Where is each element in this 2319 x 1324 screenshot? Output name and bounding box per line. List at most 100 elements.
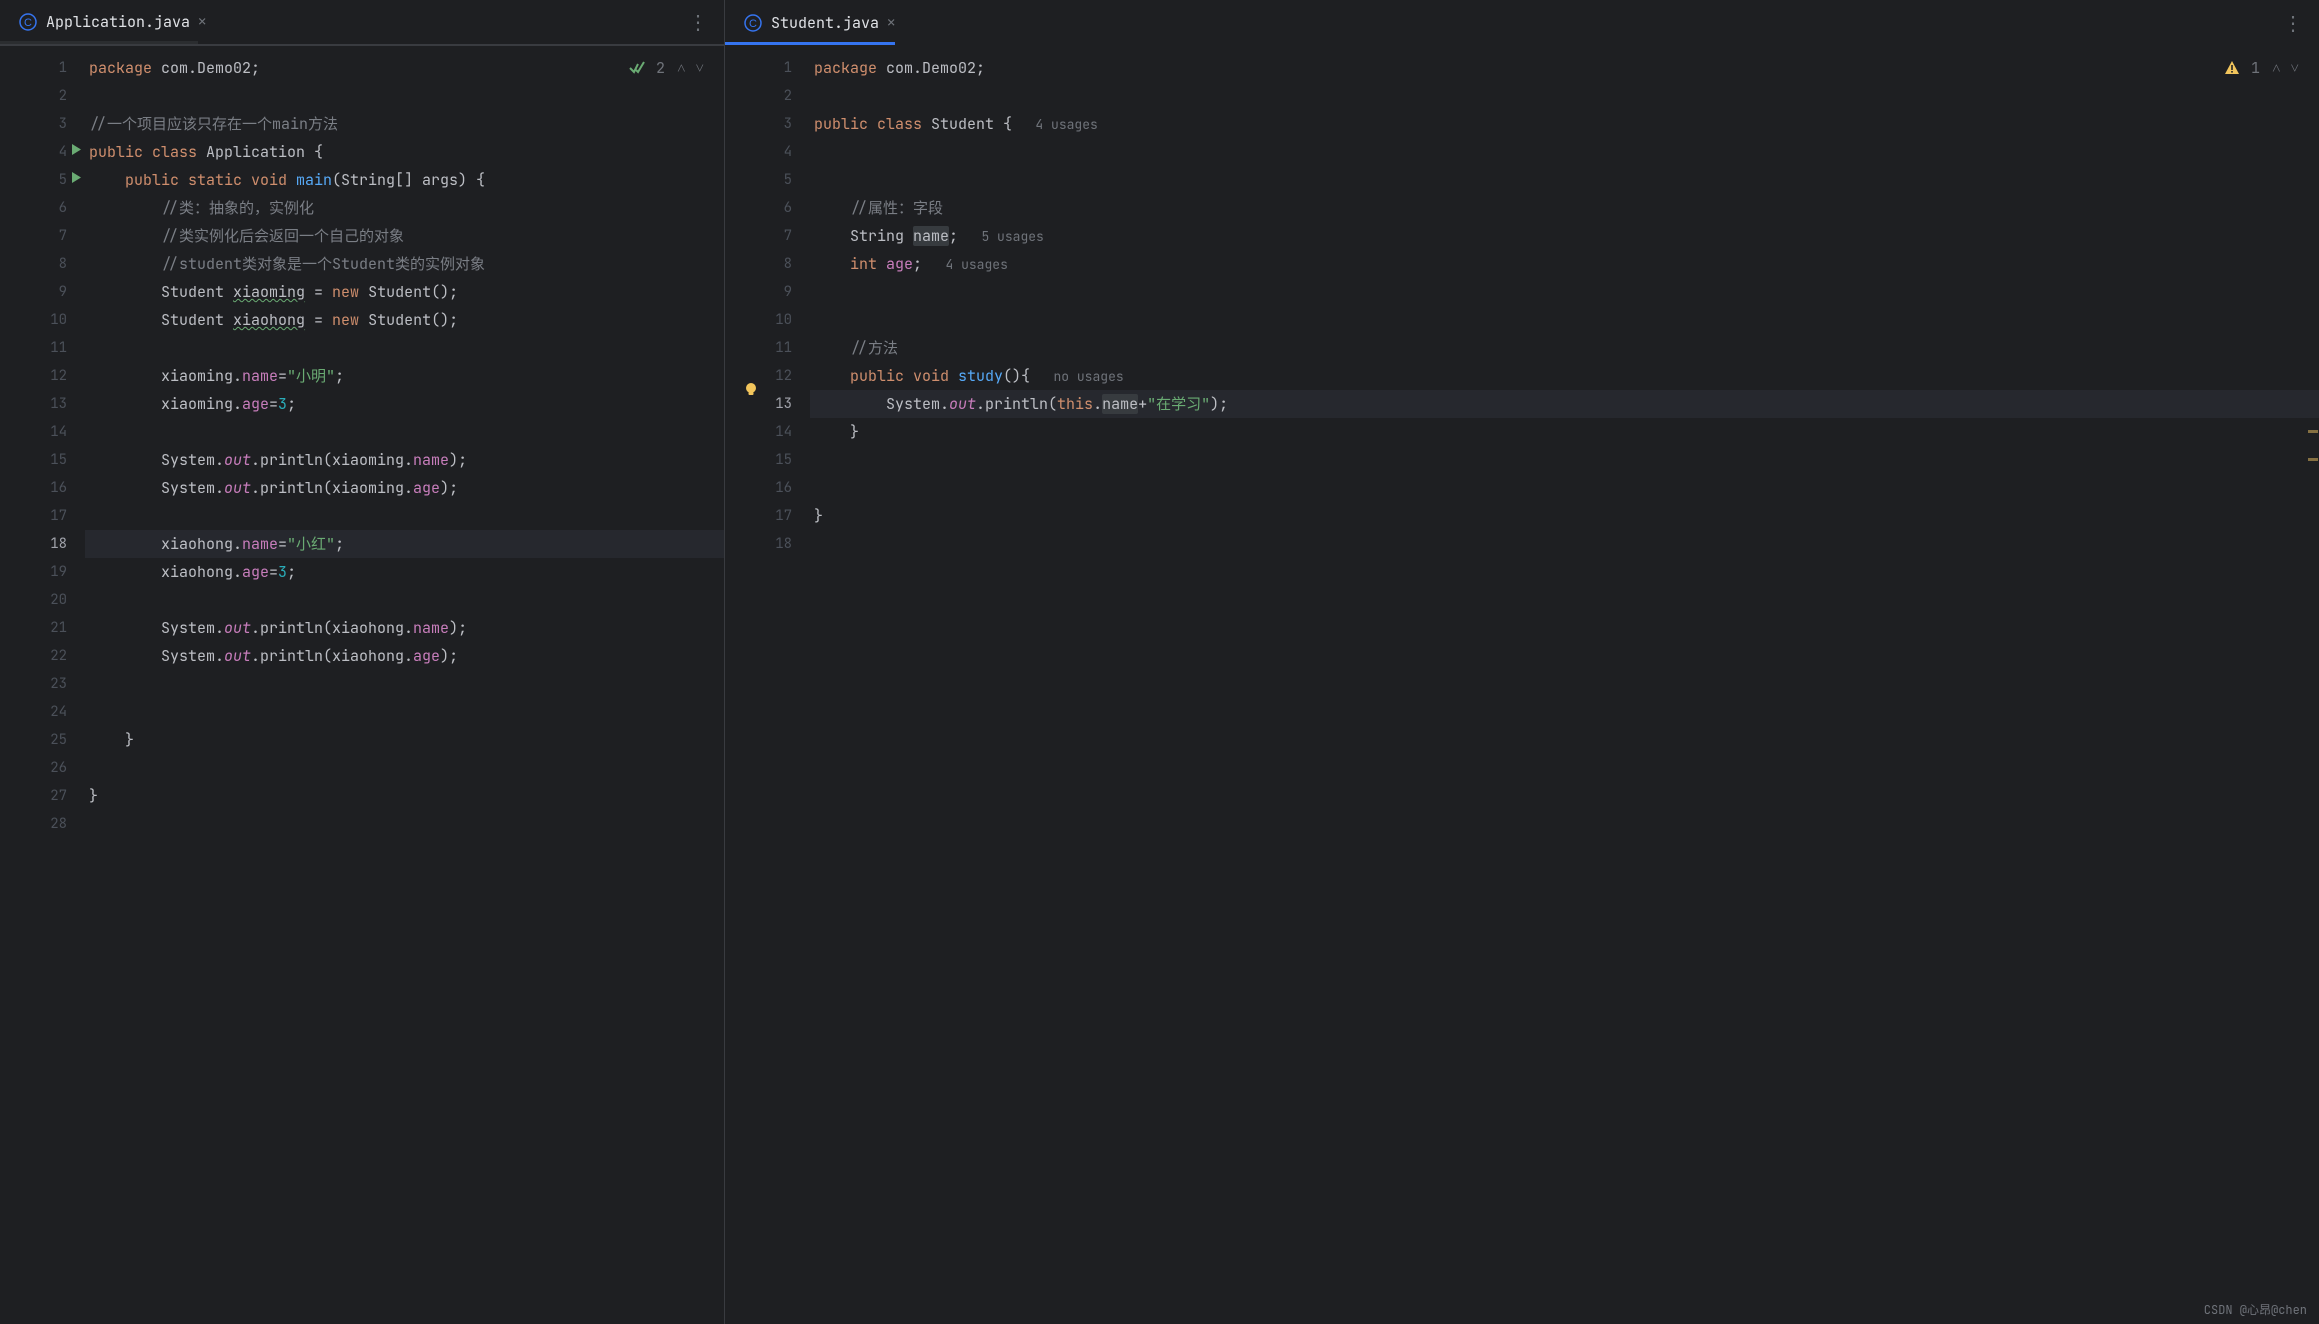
line-number: 12 bbox=[725, 362, 810, 390]
code-line[interactable] bbox=[85, 82, 724, 110]
code-line[interactable] bbox=[810, 82, 2319, 110]
code-line[interactable]: public static void main(String[] args) { bbox=[85, 166, 724, 194]
code-line[interactable] bbox=[85, 698, 724, 726]
line-number: 15 bbox=[0, 446, 85, 474]
usage-hint[interactable]: 4 usages bbox=[1012, 116, 1098, 133]
code-line[interactable] bbox=[810, 278, 2319, 306]
code-line[interactable]: Student xiaohong = new Student(); bbox=[85, 306, 724, 334]
line-number: 14 bbox=[725, 418, 810, 446]
error-stripe-marker[interactable] bbox=[2308, 430, 2318, 433]
close-icon[interactable]: ✕ bbox=[198, 13, 206, 31]
code-line[interactable] bbox=[810, 138, 2319, 166]
intention-bulb-icon[interactable] bbox=[742, 380, 760, 408]
code-line[interactable]: System.out.println(xiaohong.age); bbox=[85, 642, 724, 670]
code-line[interactable]: xiaoming.name="小明"; bbox=[85, 362, 724, 390]
code-line[interactable] bbox=[810, 530, 2319, 558]
editor-left[interactable]: 1234567891011121314151617181920212223242… bbox=[0, 46, 724, 1324]
close-icon[interactable]: ✕ bbox=[887, 14, 895, 32]
usage-hint[interactable]: no usages bbox=[1030, 368, 1124, 385]
line-number: 17 bbox=[0, 502, 85, 530]
java-class-icon: C bbox=[18, 12, 38, 32]
code-line[interactable] bbox=[85, 502, 724, 530]
line-number: 5 bbox=[0, 166, 85, 194]
code-line[interactable] bbox=[810, 166, 2319, 194]
code-line[interactable]: //方法 bbox=[810, 334, 2319, 362]
code-line[interactable]: System.out.println(xiaoming.name); bbox=[85, 446, 724, 474]
code-line[interactable]: } bbox=[85, 782, 724, 810]
usage-hint[interactable]: 4 usages bbox=[922, 256, 1008, 273]
code-line[interactable] bbox=[85, 334, 724, 362]
usage-hint[interactable]: 5 usages bbox=[958, 228, 1044, 245]
line-number: 3 bbox=[0, 110, 85, 138]
code-line[interactable]: public class Student { 4 usages bbox=[810, 110, 2319, 138]
code-area-right[interactable]: 1 ˄ ˅ package com.Demo02;public class St… bbox=[810, 46, 2319, 1324]
code-line[interactable]: //类：抽象的，实例化 bbox=[85, 194, 724, 222]
code-line[interactable]: //类实例化后会返回一个自己的对象 bbox=[85, 222, 724, 250]
code-line[interactable] bbox=[810, 446, 2319, 474]
code-line[interactable]: } bbox=[810, 502, 2319, 530]
code-line[interactable]: Student xiaoming = new Student(); bbox=[85, 278, 724, 306]
line-number: 1 bbox=[725, 54, 810, 82]
line-number: 24 bbox=[0, 698, 85, 726]
code-line[interactable] bbox=[85, 418, 724, 446]
line-number: 6 bbox=[0, 194, 85, 222]
line-number: 3 bbox=[725, 110, 810, 138]
code-line[interactable]: } bbox=[85, 726, 724, 754]
line-number: 4 bbox=[725, 138, 810, 166]
code-area-left[interactable]: 2 ˄ ˅ package com.Demo02;//一个项目应该只存在一个ma… bbox=[85, 46, 724, 1324]
tab-filename: Application.java bbox=[46, 12, 190, 32]
line-number: 26 bbox=[0, 754, 85, 782]
line-number: 8 bbox=[0, 250, 85, 278]
code-line[interactable]: xiaoming.age=3; bbox=[85, 390, 724, 418]
editor-pane-left: C Application.java ✕ ⋮ 12345678910111213… bbox=[0, 0, 725, 1324]
error-stripe-marker[interactable] bbox=[2308, 458, 2318, 461]
line-number: 25 bbox=[0, 726, 85, 754]
code-line[interactable]: System.out.println(this.name+"在学习"); bbox=[810, 390, 2319, 418]
code-line[interactable]: //student类对象是一个Student类的实例对象 bbox=[85, 250, 724, 278]
code-line[interactable]: } bbox=[810, 418, 2319, 446]
line-number: 1 bbox=[0, 54, 85, 82]
tab-more-icon[interactable]: ⋮ bbox=[2275, 10, 2313, 36]
code-line[interactable]: xiaohong.name="小红"; bbox=[85, 530, 724, 558]
code-line[interactable]: public void study(){ no usages bbox=[810, 362, 2319, 390]
line-number: 13 bbox=[725, 390, 810, 418]
code-line[interactable]: //属性：字段 bbox=[810, 194, 2319, 222]
code-line[interactable] bbox=[85, 810, 724, 838]
run-gutter-icon[interactable] bbox=[70, 138, 83, 166]
tab-underline bbox=[725, 42, 895, 45]
run-gutter-icon[interactable] bbox=[70, 166, 83, 194]
line-number: 19 bbox=[0, 558, 85, 586]
tab-bar-right: C Student.java ✕ ⋮ bbox=[725, 0, 2319, 46]
editor-right[interactable]: 123456789101112131415161718 1 ˄ ˅ packag… bbox=[725, 46, 2319, 1324]
line-number: 2 bbox=[0, 82, 85, 110]
code-line[interactable]: String name; 5 usages bbox=[810, 222, 2319, 250]
watermark: CSDN @心昂@chen bbox=[2204, 1301, 2307, 1318]
code-line[interactable] bbox=[810, 474, 2319, 502]
line-number: 27 bbox=[0, 782, 85, 810]
gutter-right: 123456789101112131415161718 bbox=[725, 46, 810, 1324]
code-line[interactable]: //一个项目应该只存在一个main方法 bbox=[85, 110, 724, 138]
code-line[interactable] bbox=[85, 586, 724, 614]
code-line[interactable]: int age; 4 usages bbox=[810, 250, 2319, 278]
line-number: 11 bbox=[0, 334, 85, 362]
code-line[interactable]: System.out.println(xiaohong.name); bbox=[85, 614, 724, 642]
line-number: 28 bbox=[0, 810, 85, 838]
line-number: 18 bbox=[725, 530, 810, 558]
line-number: 13 bbox=[0, 390, 85, 418]
editor-pane-right: C Student.java ✕ ⋮ 123456789101112131415… bbox=[725, 0, 2319, 1324]
line-number: 18 bbox=[0, 530, 85, 558]
tab-filename: Student.java bbox=[771, 13, 879, 33]
line-number: 11 bbox=[725, 334, 810, 362]
code-line[interactable] bbox=[810, 306, 2319, 334]
code-line[interactable] bbox=[85, 754, 724, 782]
code-line[interactable] bbox=[85, 670, 724, 698]
code-line[interactable]: package com.Demo02; bbox=[810, 54, 2319, 82]
tab-more-icon[interactable]: ⋮ bbox=[680, 9, 718, 35]
line-number: 2 bbox=[725, 82, 810, 110]
code-line[interactable]: xiaohong.age=3; bbox=[85, 558, 724, 586]
code-line[interactable]: public class Application { bbox=[85, 138, 724, 166]
tab-student-java[interactable]: C Student.java ✕ bbox=[731, 0, 907, 46]
tab-application-java[interactable]: C Application.java ✕ bbox=[6, 0, 218, 45]
code-line[interactable]: System.out.println(xiaoming.age); bbox=[85, 474, 724, 502]
code-line[interactable]: package com.Demo02; bbox=[85, 54, 724, 82]
